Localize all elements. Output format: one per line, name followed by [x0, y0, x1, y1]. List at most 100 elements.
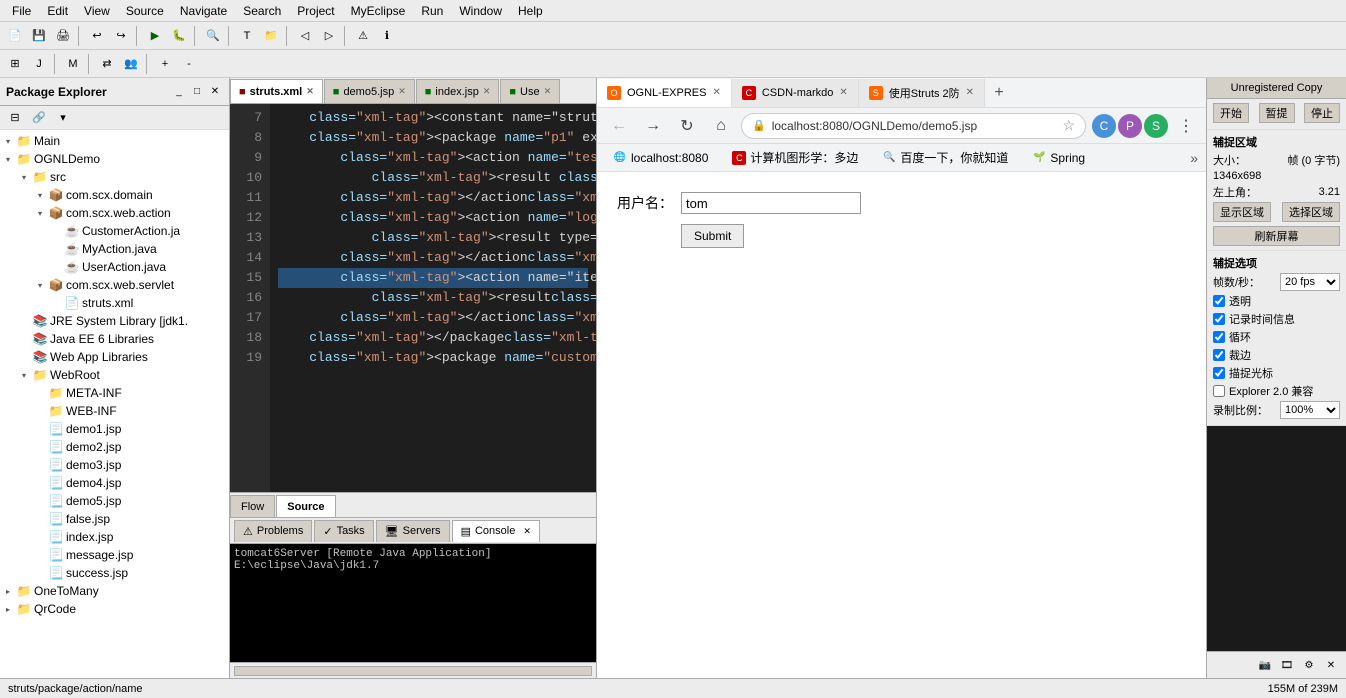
myeclipse-button[interactable]: M: [62, 53, 84, 75]
crop-checkbox[interactable]: [1213, 349, 1225, 361]
next-annotation-button[interactable]: ⚠: [352, 25, 374, 47]
camera-icon[interactable]: 📷: [1256, 656, 1274, 674]
close-use[interactable]: ✕: [544, 86, 552, 97]
bookmark-star-button[interactable]: ☆: [1062, 117, 1075, 134]
tree-item[interactable]: 📃 demo2.jsp: [0, 438, 229, 456]
scale-select[interactable]: 100% 50% 75%: [1280, 401, 1340, 419]
expand-icon[interactable]: ▾: [32, 281, 48, 290]
close-icon[interactable]: ✕: [1322, 656, 1340, 674]
menu-source[interactable]: Source: [118, 2, 172, 20]
run-button[interactable]: ▶: [144, 25, 166, 47]
tree-item[interactable]: 📁 WEB-INF: [0, 402, 229, 420]
tree-item[interactable]: 📁 META-INF: [0, 384, 229, 402]
stop-capture-button[interactable]: 停止: [1304, 103, 1340, 123]
tab-struts-xml[interactable]: ■ struts.xml ✕: [230, 79, 323, 103]
reload-button[interactable]: ↻: [673, 112, 701, 140]
ext-icon-2[interactable]: P: [1118, 114, 1142, 138]
close-struts-xml[interactable]: ✕: [306, 86, 314, 97]
tree-item[interactable]: ▾ 📦 com.scx.domain: [0, 186, 229, 204]
tree-item[interactable]: 📃 success.jsp: [0, 564, 229, 582]
username-input[interactable]: [681, 192, 861, 214]
problems-tab[interactable]: ⚠ Problems: [234, 520, 312, 542]
start-capture-button[interactable]: 开始: [1213, 103, 1249, 123]
expand-icon[interactable]: ▾: [32, 191, 48, 200]
fps-select[interactable]: 20 fps 10 fps 30 fps: [1280, 273, 1340, 291]
tree-item[interactable]: ▾ 📦 com.scx.web.servlet: [0, 276, 229, 294]
menu-window[interactable]: Window: [451, 2, 510, 20]
csdn-tab-close[interactable]: ✕: [839, 87, 847, 98]
refresh-screen-button[interactable]: 刷新屏幕: [1213, 226, 1340, 246]
display-area-button[interactable]: 显示区域: [1213, 202, 1271, 222]
pause-capture-button[interactable]: 暂提: [1259, 103, 1295, 123]
open-resource-button[interactable]: 📁: [260, 25, 282, 47]
tasks-tab[interactable]: ✓ Tasks: [314, 520, 373, 542]
menu-view[interactable]: View: [76, 2, 118, 20]
view-menu-button[interactable]: ▾: [52, 107, 74, 129]
menu-run[interactable]: Run: [413, 2, 451, 20]
close-panel-button[interactable]: ✕: [207, 84, 223, 100]
tree-item[interactable]: 📃 demo4.jsp: [0, 474, 229, 492]
tree-item[interactable]: 📚 Web App Libraries: [0, 348, 229, 366]
code-editor[interactable]: 78910111213141516171819 class="xml-tag">…: [230, 104, 596, 492]
open-type-button[interactable]: T: [236, 25, 258, 47]
synchronize-button[interactable]: ⇄: [96, 53, 118, 75]
servers-tab[interactable]: 🖥 Servers: [376, 520, 450, 542]
tree-item[interactable]: 📚 Java EE 6 Libraries: [0, 330, 229, 348]
tree-item[interactable]: ▸ 📁 OneToMany: [0, 582, 229, 600]
link-editor-button[interactable]: 🔗: [28, 107, 50, 129]
team-button[interactable]: 👥: [120, 53, 142, 75]
tab-demo5-jsp[interactable]: ■ demo5.jsp ✕: [324, 79, 415, 103]
zoom-in-button[interactable]: +: [154, 53, 176, 75]
debug-button[interactable]: 🐛: [168, 25, 190, 47]
tree-item[interactable]: ☕ MyAction.java: [0, 240, 229, 258]
expand-icon[interactable]: ▾: [32, 209, 48, 218]
expand-icon[interactable]: ▸: [0, 605, 16, 614]
bookmark-localhost[interactable]: 🌐 localhost:8080: [605, 146, 716, 170]
forward-button[interactable]: →: [639, 112, 667, 140]
ext-icon-1[interactable]: C: [1092, 114, 1116, 138]
tree-item[interactable]: ▸ 📁 QrCode: [0, 600, 229, 618]
settings-icon[interactable]: ⚙: [1300, 656, 1318, 674]
menu-project[interactable]: Project: [289, 2, 342, 20]
bookmark-baidu[interactable]: 🔍 百度一下，你就知道: [874, 146, 1016, 170]
back-button[interactable]: ←: [605, 112, 633, 140]
new-button[interactable]: 📄: [4, 25, 26, 47]
tree-item[interactable]: ▾ 📁 Main: [0, 132, 229, 150]
console-scrollbar[interactable]: [230, 662, 596, 678]
ognl-tab-close[interactable]: ✕: [712, 87, 720, 98]
close-demo5[interactable]: ✕: [398, 86, 406, 97]
bookmark-csdn[interactable]: C 计算机图形学：多边: [724, 146, 866, 170]
code-lines[interactable]: class="xml-tag"><constant name="struts.a…: [270, 104, 596, 492]
search-button[interactable]: 🔍: [202, 25, 224, 47]
minimize-panel-button[interactable]: _: [171, 84, 187, 100]
next-edit-button[interactable]: ▷: [318, 25, 340, 47]
prev-annotation-button[interactable]: ℹ: [376, 25, 398, 47]
close-index[interactable]: ✕: [483, 86, 491, 97]
tree-item[interactable]: 📃 index.jsp: [0, 528, 229, 546]
tab-use[interactable]: ■ Use ✕: [500, 79, 560, 103]
menu-edit[interactable]: Edit: [39, 2, 76, 20]
transparent-checkbox[interactable]: [1213, 295, 1225, 307]
collapse-all-button[interactable]: ⊟: [4, 107, 26, 129]
zoom-out-button[interactable]: -: [178, 53, 200, 75]
expand-icon[interactable]: ▾: [16, 371, 32, 380]
browser-tab-csdn[interactable]: C CSDN-markdo ✕: [732, 79, 859, 107]
menu-navigate[interactable]: Navigate: [172, 2, 235, 20]
menu-help[interactable]: Help: [510, 2, 551, 20]
submit-button[interactable]: Submit: [681, 224, 744, 248]
expand-icon[interactable]: ▾: [16, 173, 32, 182]
undo-button[interactable]: ↩: [86, 25, 108, 47]
tree-item[interactable]: ☕ UserAction.java: [0, 258, 229, 276]
tab-index-jsp[interactable]: ■ index.jsp ✕: [416, 79, 500, 103]
prev-edit-button[interactable]: ◁: [294, 25, 316, 47]
browser-tab-struts[interactable]: S 使用Struts 2防 ✕: [859, 79, 985, 107]
tree-item[interactable]: 📃 demo3.jsp: [0, 456, 229, 474]
tree-item[interactable]: ☕ CustomerAction.ja: [0, 222, 229, 240]
tree-item[interactable]: 📃 demo5.jsp: [0, 492, 229, 510]
tree-item[interactable]: ▾ 📦 com.scx.web.action: [0, 204, 229, 222]
console-tab[interactable]: ▤ Console ✕: [452, 520, 540, 542]
source-tab[interactable]: Source: [276, 495, 335, 517]
java-perspective[interactable]: J: [28, 53, 50, 75]
tree-item[interactable]: 📃 message.jsp: [0, 546, 229, 564]
cursor-checkbox[interactable]: [1213, 367, 1225, 379]
